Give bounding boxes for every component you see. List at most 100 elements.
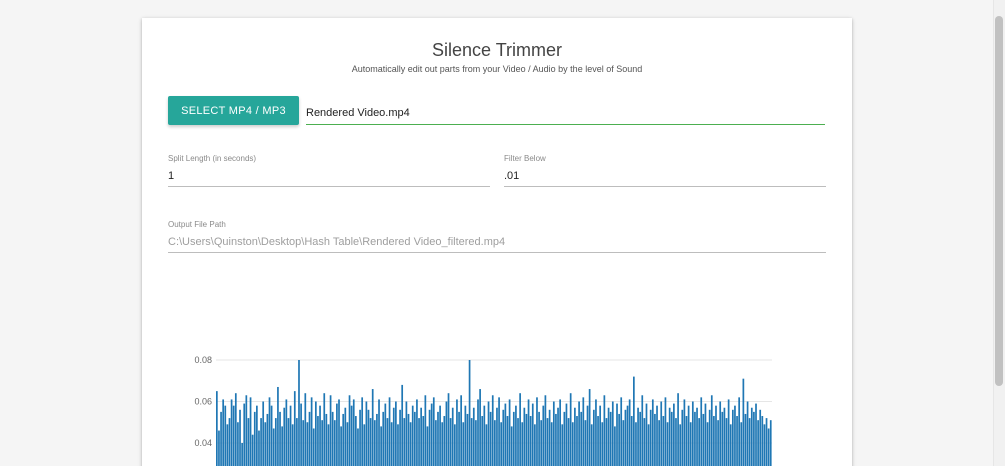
chart-bar <box>755 403 757 466</box>
chart-bar <box>536 397 538 466</box>
selected-file-field[interactable] <box>306 102 825 125</box>
chart-bar <box>614 426 616 466</box>
chart-bar <box>723 407 726 466</box>
output-path-input[interactable] <box>168 231 826 253</box>
split-length-input[interactable] <box>168 165 490 187</box>
chart-bar <box>234 393 237 466</box>
chart-bar <box>508 399 511 466</box>
chart-bar <box>491 395 494 466</box>
chart-bar <box>386 418 389 466</box>
chart-bar <box>382 411 385 466</box>
chart-bar <box>761 416 764 466</box>
chart-bar <box>548 409 551 466</box>
chart-bar <box>601 422 604 466</box>
chart-bar <box>325 413 328 466</box>
chart-bar <box>413 411 416 466</box>
chart-bar <box>647 424 650 466</box>
chart-bar <box>272 428 275 466</box>
chart-bar <box>675 418 677 466</box>
chart-bar <box>531 403 534 466</box>
filter-below-input[interactable] <box>504 165 826 187</box>
chart-bar <box>738 397 741 466</box>
chart-bar <box>312 428 315 466</box>
chart-bar <box>635 422 637 466</box>
chart-bar <box>504 403 507 466</box>
chart-bar <box>523 407 526 466</box>
scrollbar-thumb[interactable] <box>995 16 1003 386</box>
chart-bar <box>713 416 715 466</box>
chart-bar <box>605 418 608 466</box>
chart-bar <box>742 378 745 466</box>
chart-bar <box>296 418 298 466</box>
chart-bar <box>694 411 696 466</box>
chart-bar <box>662 416 665 466</box>
scrollbar[interactable] <box>993 0 1005 466</box>
chart-bar <box>565 403 568 466</box>
chart-bar <box>496 407 498 466</box>
chart-bar <box>521 422 524 466</box>
chart-bar <box>502 409 505 466</box>
chart-bar <box>696 407 698 466</box>
chart-bar <box>441 422 444 466</box>
chart-bar <box>260 418 262 466</box>
chart-bar <box>736 416 738 466</box>
chart-bar <box>333 420 336 466</box>
chart-bar <box>624 409 627 466</box>
chart-bar <box>462 422 465 466</box>
chart-bar <box>359 409 361 466</box>
chart-bar <box>224 405 227 466</box>
select-file-button[interactable]: SELECT MP4 / MP3 <box>168 96 299 125</box>
chart-bar <box>310 397 313 466</box>
chart-bar <box>285 399 288 466</box>
chart-bar <box>447 393 450 466</box>
chart-bar <box>411 405 414 466</box>
chart-bar <box>472 407 475 466</box>
output-path-label: Output File Path <box>168 220 226 229</box>
chart-bar <box>287 418 290 466</box>
chart-bar <box>576 416 578 466</box>
chart-bar <box>616 403 618 466</box>
chart-bar <box>599 405 602 466</box>
chart-bar <box>517 418 519 466</box>
chart-bar <box>453 424 456 466</box>
chart-bar <box>584 420 587 466</box>
chart-bar <box>525 413 528 466</box>
chart-bar <box>277 386 279 466</box>
chart-bar <box>237 422 239 466</box>
chart-bar <box>458 411 460 466</box>
chart-bar <box>230 399 233 466</box>
chart-bar <box>232 405 235 466</box>
chart-bar <box>677 393 679 466</box>
chart-bar <box>435 420 437 466</box>
chart-bar <box>654 413 656 466</box>
chart-bar <box>670 411 673 466</box>
chart-bar <box>609 411 612 466</box>
chart-bar <box>639 411 642 466</box>
chart-bar <box>466 413 469 466</box>
chart-bar <box>395 401 397 466</box>
chart-bar <box>622 420 625 466</box>
volume-chart: 0.08 0.06 0.04 <box>194 355 772 466</box>
chart-bar <box>567 418 570 466</box>
chart-bar <box>673 403 675 466</box>
chart-bar <box>580 411 583 466</box>
chart-bar <box>683 399 686 466</box>
chart-bar <box>618 413 620 466</box>
chart-bar <box>371 389 374 466</box>
chart-bar <box>420 407 422 466</box>
chart-bar <box>378 399 380 466</box>
chart-bar <box>715 405 717 466</box>
chart-bar <box>300 403 302 466</box>
y-tick-label: 0.04 <box>194 438 212 448</box>
chart-bar <box>392 407 395 466</box>
chart-bar <box>552 401 555 466</box>
chart-bar <box>582 397 585 466</box>
chart-bar <box>666 422 669 466</box>
chart-bar <box>266 413 269 466</box>
chart-bar <box>586 405 589 466</box>
chart-bar <box>281 426 283 466</box>
chart-bar <box>222 399 225 466</box>
filter-below-label: Filter Below <box>504 154 546 163</box>
chart-bar <box>633 376 635 466</box>
chart-bar <box>357 428 359 466</box>
